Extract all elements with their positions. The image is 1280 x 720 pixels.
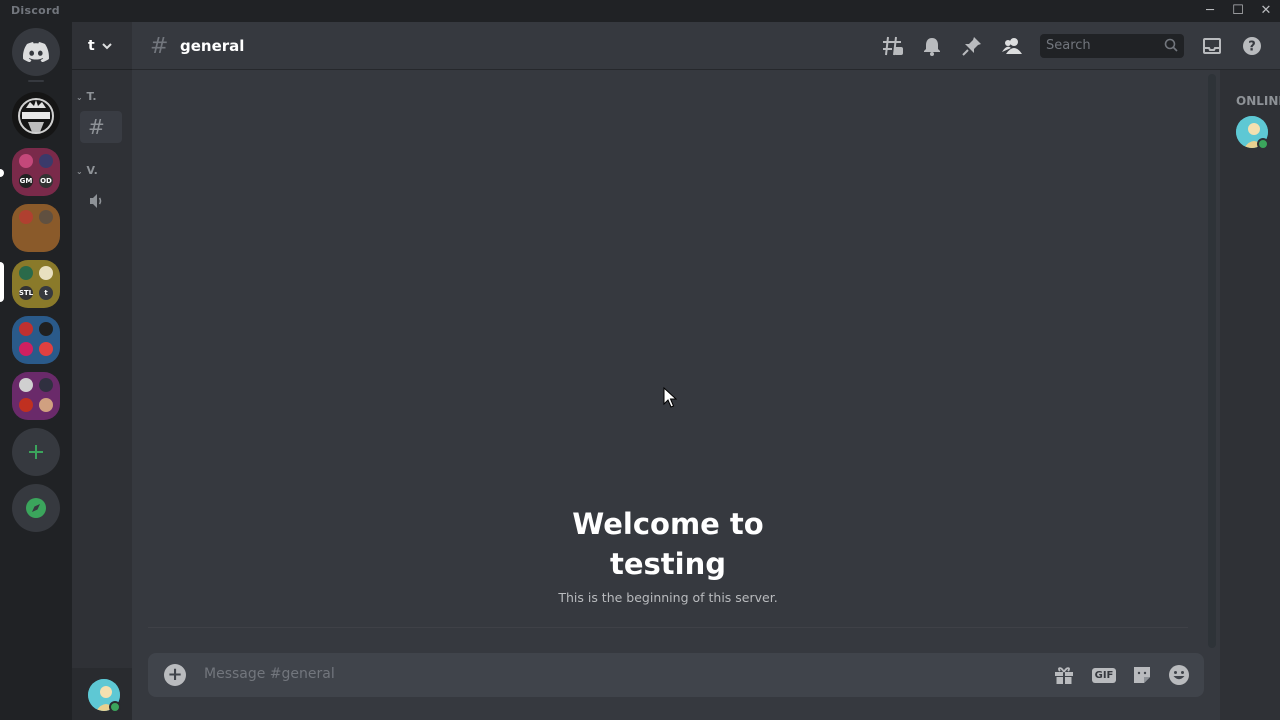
message-input[interactable]: Message #general bbox=[204, 666, 335, 682]
mouse-cursor-icon bbox=[663, 387, 677, 408]
folder-tile bbox=[19, 266, 33, 280]
pinned-messages-button[interactable] bbox=[960, 34, 984, 58]
hash-icon: # bbox=[88, 115, 105, 139]
folder-tile bbox=[39, 378, 53, 392]
discord-logo-icon bbox=[23, 42, 49, 62]
category-label: V. bbox=[86, 164, 98, 177]
user-panel bbox=[72, 668, 132, 720]
online-section-label: ONLINE bbox=[1236, 94, 1280, 108]
folder-tile bbox=[19, 210, 33, 224]
bell-icon bbox=[924, 38, 940, 56]
folder-tile bbox=[39, 322, 53, 336]
folder-tile: OD bbox=[39, 174, 53, 188]
search-icon bbox=[1164, 38, 1178, 52]
notifications-button[interactable] bbox=[920, 34, 944, 58]
category-voice[interactable]: ⌄ V. bbox=[76, 164, 98, 177]
laidback-logo-icon bbox=[12, 92, 60, 140]
messages-divider bbox=[148, 627, 1188, 628]
folder-tile bbox=[19, 342, 33, 356]
home-button[interactable] bbox=[12, 28, 60, 76]
category-text[interactable]: ⌄ T. bbox=[76, 90, 97, 103]
member-list: ONLINE bbox=[1220, 70, 1280, 720]
channel-title: general bbox=[180, 37, 245, 55]
emoji-icon bbox=[1169, 665, 1189, 685]
svg-text:?: ? bbox=[1248, 40, 1256, 55]
folder-tile bbox=[19, 398, 33, 412]
hash-icon: # bbox=[150, 34, 169, 59]
guild-folder-1[interactable]: GM OD bbox=[12, 148, 60, 196]
guild-folder-4[interactable] bbox=[12, 316, 60, 364]
channel-sidebar: t ⌄ T. # ⌄ V. bbox=[72, 22, 132, 720]
folder-tile bbox=[39, 342, 53, 356]
members-icon bbox=[1002, 38, 1022, 54]
welcome-section: Welcome to testing This is the beginning… bbox=[132, 504, 1204, 605]
title-bar: Discord ─ ☐ ✕ bbox=[0, 0, 1280, 22]
sticker-button[interactable] bbox=[1130, 663, 1154, 687]
pin-icon bbox=[962, 37, 981, 56]
server-list: GM OD STL t bbox=[0, 22, 72, 720]
channel-voice[interactable] bbox=[80, 185, 122, 217]
chevron-down-icon: ⌄ bbox=[76, 93, 83, 102]
member-list-button[interactable] bbox=[1000, 34, 1024, 58]
folder-tile bbox=[39, 154, 53, 168]
chat-area: # general Search ? Welcome to testing Th… bbox=[132, 22, 1280, 720]
folder-tile bbox=[19, 322, 33, 336]
chevron-down-icon: ⌄ bbox=[76, 167, 83, 176]
folder-tile bbox=[39, 266, 53, 280]
welcome-title-line1: Welcome to bbox=[572, 507, 764, 541]
gift-button[interactable] bbox=[1052, 663, 1076, 687]
selected-indicator bbox=[0, 262, 4, 302]
help-button[interactable]: ? bbox=[1240, 34, 1264, 58]
unread-indicator bbox=[0, 169, 4, 177]
channel-header: # general Search ? bbox=[132, 22, 1280, 70]
server-name: t bbox=[88, 37, 95, 54]
online-status-icon bbox=[109, 701, 121, 713]
folder-tile: GM bbox=[19, 174, 33, 188]
speaker-icon bbox=[90, 194, 102, 208]
guild-laidback[interactable] bbox=[12, 92, 60, 140]
gift-icon bbox=[1055, 667, 1073, 684]
guild-separator bbox=[28, 80, 44, 82]
close-button[interactable]: ✕ bbox=[1252, 0, 1280, 22]
gif-button[interactable]: GIF bbox=[1091, 663, 1117, 687]
guild-folder-3[interactable]: STL t bbox=[12, 260, 60, 308]
welcome-subtitle: This is the beginning of this server. bbox=[558, 590, 778, 605]
maximize-button[interactable]: ☐ bbox=[1224, 0, 1252, 22]
guild-folder-2[interactable] bbox=[12, 204, 60, 252]
threads-icon bbox=[883, 36, 903, 56]
help-icon: ? bbox=[1243, 37, 1261, 55]
gif-label: GIF bbox=[1091, 667, 1117, 683]
plus-icon bbox=[29, 445, 43, 459]
server-header[interactable]: t bbox=[72, 22, 132, 70]
emoji-button[interactable] bbox=[1167, 663, 1191, 687]
folder-tile bbox=[39, 398, 53, 412]
folder-tile: t bbox=[39, 286, 53, 300]
compass-icon bbox=[26, 498, 46, 518]
app-title: Discord bbox=[11, 4, 60, 17]
welcome-title-line2: testing bbox=[610, 547, 726, 581]
folder-tile: STL bbox=[19, 286, 33, 300]
chevron-down-icon bbox=[101, 42, 112, 49]
search-input[interactable]: Search bbox=[1040, 34, 1184, 58]
explore-servers-button[interactable] bbox=[12, 484, 60, 532]
message-scrollbar[interactable] bbox=[1208, 74, 1216, 648]
online-status-icon bbox=[1257, 138, 1269, 150]
folder-tile bbox=[39, 210, 53, 224]
guild-folder-5[interactable] bbox=[12, 372, 60, 420]
message-composer[interactable]: + Message #general GIF bbox=[148, 653, 1204, 697]
sticker-icon bbox=[1134, 667, 1150, 683]
category-label: T. bbox=[86, 90, 97, 103]
inbox-button[interactable] bbox=[1200, 34, 1224, 58]
inbox-icon bbox=[1203, 38, 1221, 54]
folder-tile bbox=[19, 154, 33, 168]
upload-button[interactable]: + bbox=[164, 664, 186, 686]
add-server-button[interactable] bbox=[12, 428, 60, 476]
channel-general[interactable]: # bbox=[80, 111, 122, 143]
minimize-button[interactable]: ─ bbox=[1196, 0, 1224, 22]
search-placeholder: Search bbox=[1046, 38, 1091, 53]
threads-button[interactable] bbox=[881, 34, 905, 58]
folder-tile bbox=[19, 378, 33, 392]
